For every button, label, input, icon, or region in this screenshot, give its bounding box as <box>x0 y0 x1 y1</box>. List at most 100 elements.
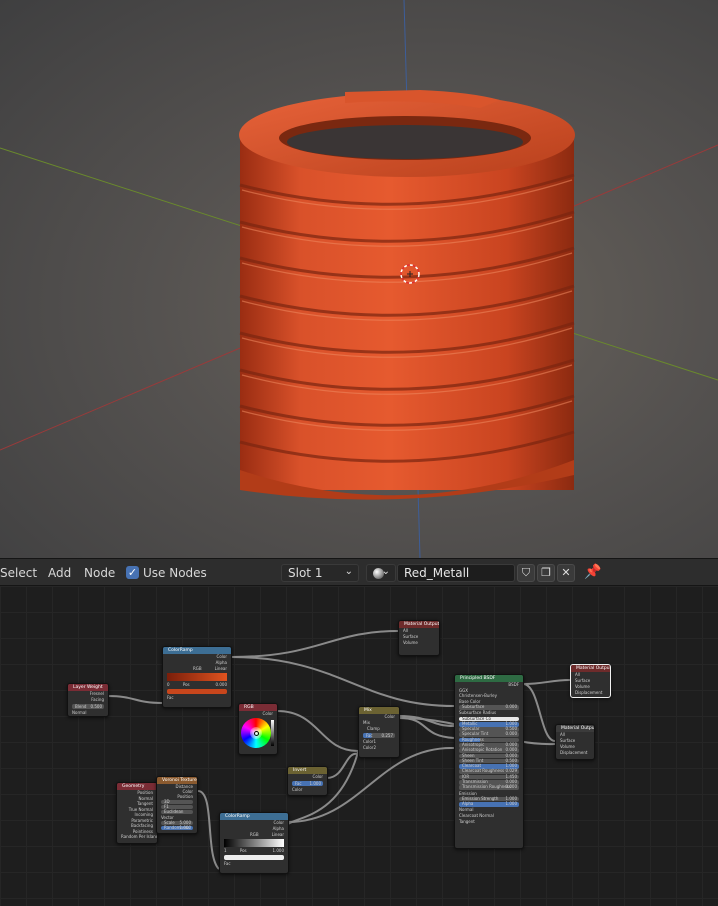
ramp-stop-color[interactable] <box>167 689 227 694</box>
node-row: Normal <box>72 710 87 715</box>
use-nodes-checkbox[interactable]: ✓ <box>126 566 139 579</box>
node-voronoi-texture[interactable]: Voronoi Texture Distance Color Position … <box>156 776 198 834</box>
node-row: Displacement <box>560 750 588 755</box>
color-ramp-gradient[interactable] <box>167 673 227 681</box>
node-layer-weight[interactable]: Layer Weight Fresnel Facing Blend 0.500 … <box>67 683 109 717</box>
node-title: RGB <box>239 704 277 711</box>
node-title: Material Output <box>571 665 610 672</box>
node-row: Facing <box>91 697 104 702</box>
bsdf-field-label: Subsurface <box>462 704 485 710</box>
pin-icon[interactable]: 📌 <box>584 564 601 580</box>
node-editor-canvas[interactable]: Material Output All Surface Volume Color… <box>0 586 718 906</box>
bsdf-field-value: 1.000 <box>505 801 517 807</box>
ramp-mode[interactable]: RGB <box>193 666 202 671</box>
unlink-close-icon[interactable]: ✕ <box>557 564 575 582</box>
bsdf-field-label: Specular Tint <box>462 731 489 737</box>
ramp-pos-label: Pos <box>239 848 247 853</box>
bsdf-field-label: Anisotropic <box>462 742 485 748</box>
node-colorramp-top[interactable]: ColorRamp Color Alpha RGB Linear 0 Pos 0… <box>162 646 232 708</box>
voronoi-distance-dropdown[interactable]: Euclidean <box>161 810 193 814</box>
value-slider[interactable] <box>271 720 274 746</box>
spring-mesh <box>239 90 575 500</box>
node-row: Fac <box>167 695 174 700</box>
bsdf-field-value: 0.000 <box>505 704 517 710</box>
node-title: Geometry <box>117 783 157 790</box>
node-row: Color2 <box>363 745 376 750</box>
node-menu[interactable]: Node <box>84 566 115 580</box>
bsdf-field-value: 0.000 <box>505 784 517 790</box>
node-colorramp-bottom[interactable]: ColorRamp Color Alpha RGB Linear 1 Pos 1… <box>219 812 289 874</box>
node-row[interactable]: Clamp <box>359 726 399 732</box>
ramp-interp[interactable]: Linear <box>272 832 284 838</box>
ramp-pos-label: Pos <box>182 682 190 687</box>
node-title: ColorRamp <box>163 647 231 654</box>
voronoi-randomness-field[interactable]: Randomness 1.000 <box>161 826 193 830</box>
add-menu[interactable]: Add <box>48 566 71 580</box>
node-row: Displacement <box>575 690 603 695</box>
fac-label: Fac <box>295 781 302 786</box>
node-material-output-mid[interactable]: Material Output All Surface Volume Displ… <box>555 724 595 760</box>
slot-dropdown[interactable]: Slot 1 ⌄ <box>281 564 359 582</box>
node-row: Fac <box>224 861 231 866</box>
blend-value: 0.500 <box>90 704 102 709</box>
bsdf-rows: BSDF GGX Christensen-Burley Base Color Subsu… <box>455 682 523 824</box>
select-menu[interactable]: Select <box>0 566 37 580</box>
ramp-stop[interactable]: 0 <box>167 682 170 687</box>
bsdf-field-label: Transmission Roughness <box>462 784 511 790</box>
node-material-output-top[interactable]: Material Output All Surface Volume <box>398 620 440 656</box>
node-editor-header: Select Add Node ✓ Use Nodes Slot 1 ⌄ ⌄ R… <box>0 558 718 586</box>
color-ramp-gradient[interactable] <box>224 839 284 847</box>
node-mix[interactable]: Mix Color Mix Clamp Fac 0.257 Color1 Col… <box>358 706 400 758</box>
node-title: Material Output <box>399 621 439 628</box>
fake-user-shield-icon[interactable]: ⛉ <box>517 564 535 582</box>
ramp-interp[interactable]: Linear <box>215 666 227 672</box>
color-wheel[interactable] <box>241 718 271 748</box>
node-title: Principled BSDF <box>455 675 523 682</box>
fac-value: 1.000 <box>309 781 321 786</box>
node-title: Material Output <box>556 725 594 732</box>
node-rgb[interactable]: RGB Color <box>238 703 278 755</box>
bsdf-field-label: Sheen <box>462 752 475 758</box>
node-row: RGB Linear <box>220 832 288 838</box>
bsdf-field-label: IOR <box>462 773 470 779</box>
bsdf-field-label: Emission Strength <box>462 795 499 801</box>
duplicate-material-icon[interactable]: ❐ <box>537 564 555 582</box>
ramp-pos-value[interactable]: 1.000 <box>273 848 284 854</box>
blend-field[interactable]: Blend 0.500 <box>72 704 104 709</box>
node-geometry[interactable]: Geometry Position Normal Tangent True No… <box>116 782 158 844</box>
bsdf-field-alpha[interactable]: Alpha 1.000 <box>459 801 519 807</box>
bsdf-field-value: 0.000 <box>505 731 517 737</box>
mix-fac-slider[interactable]: Fac 0.257 <box>363 733 395 738</box>
node-row: Color <box>312 774 323 779</box>
material-browse-button[interactable]: ⌄ <box>366 564 396 582</box>
node-title: Layer Weight <box>68 684 108 691</box>
node-title: Invert <box>288 767 327 774</box>
node-title: ColorRamp <box>220 813 288 820</box>
invert-fac-field[interactable]: Fac 1.000 <box>292 781 323 786</box>
node-principled-bsdf[interactable]: Principled BSDF BSDF GGX Christensen-Burle… <box>454 674 524 849</box>
slot-label: Slot 1 <box>288 566 323 580</box>
bsdf-field-transmission-roughness[interactable]: Transmission Roughness 0.000 <box>459 784 519 790</box>
use-nodes-label: Use Nodes <box>143 566 207 580</box>
chevron-down-icon: ⌄ <box>344 566 353 577</box>
bsdf-field-label: Transmission <box>462 779 488 784</box>
bsdf-field-label: Sheen Tint <box>462 757 484 763</box>
bsdf-field-label: Clearcoat Roughness <box>462 768 505 774</box>
viewport-scene <box>0 0 718 558</box>
node-row: 1 Pos 1.000 <box>220 848 288 854</box>
3d-viewport[interactable] <box>0 0 718 558</box>
node-title: Voronoi Texture <box>157 777 197 784</box>
node-row: Vector <box>161 815 174 820</box>
bsdf-field-label: Anisotropic Rotation <box>462 747 503 753</box>
node-invert[interactable]: Invert Color Fac 1.000 Color <box>287 766 328 796</box>
ramp-stop-color[interactable] <box>224 855 284 860</box>
ramp-mode[interactable]: RGB <box>250 832 259 837</box>
fac-value: 0.257 <box>381 733 393 738</box>
ramp-pos-value[interactable]: 0.000 <box>216 682 227 688</box>
node-material-output-active[interactable]: Material Output All Surface Volume Displ… <box>570 664 611 698</box>
bsdf-field-subsurface[interactable]: Subsurface 0.000 <box>459 704 519 710</box>
ramp-stop[interactable]: 1 <box>224 848 227 853</box>
node-row: 0 Pos 0.000 <box>163 682 231 688</box>
material-name-field[interactable]: Red_Metall <box>397 564 515 582</box>
node-row: Color <box>262 711 273 716</box>
